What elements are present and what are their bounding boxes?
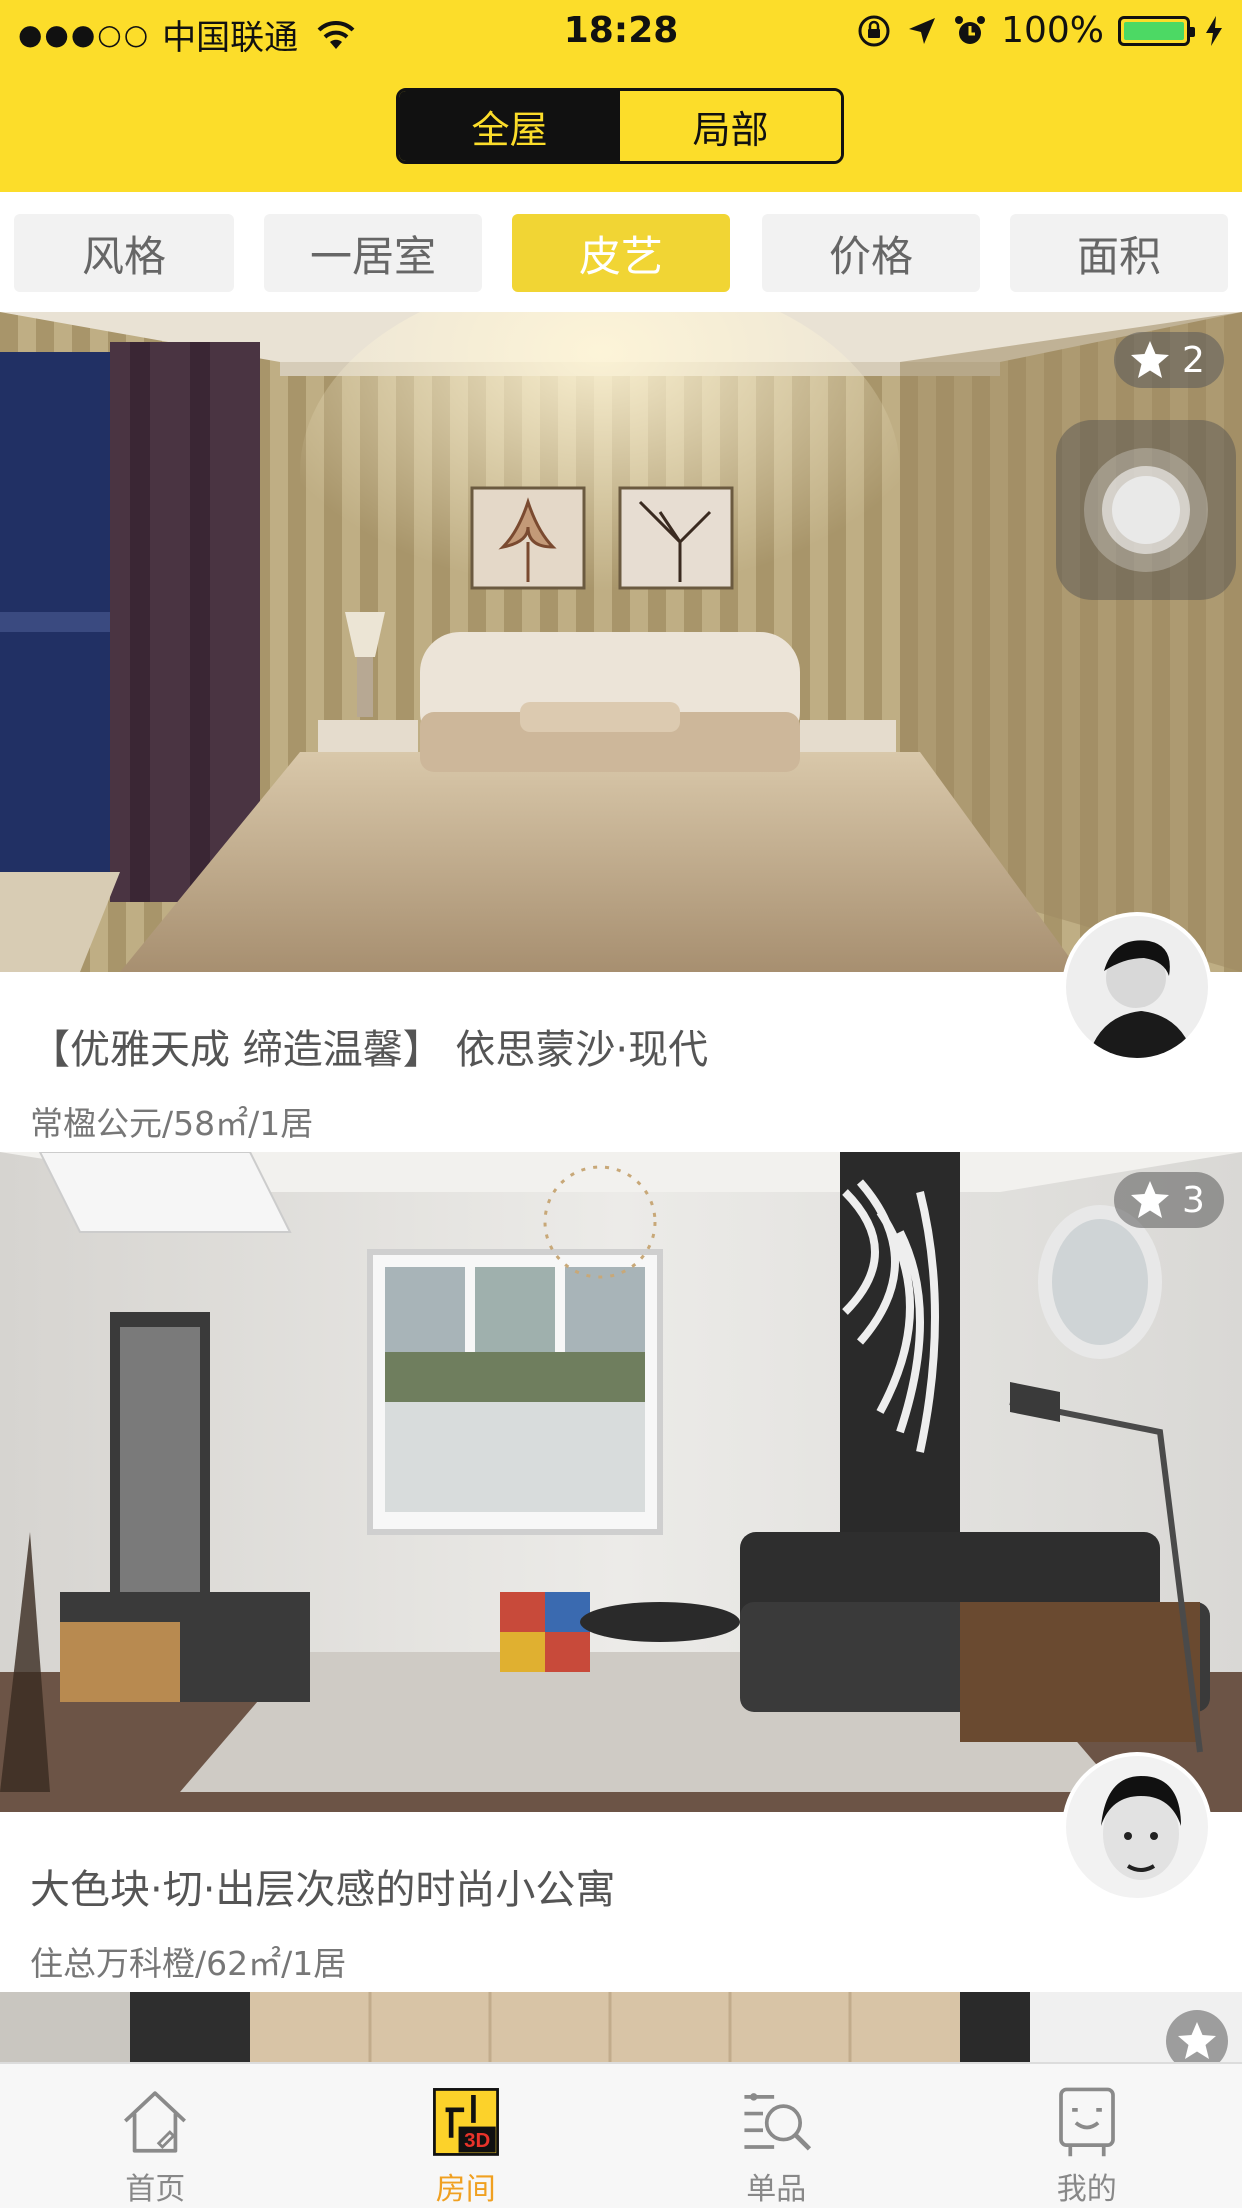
star-icon (1178, 2022, 1216, 2059)
tab-label: 房间 (435, 2172, 496, 2207)
assistive-touch-button[interactable] (1056, 420, 1236, 600)
card-subtitle: 住总万科橙/62㎡/1居 (30, 1944, 347, 1983)
designer-avatar[interactable] (1062, 1752, 1212, 1902)
room-card-partial[interactable] (0, 1992, 1242, 2062)
card-subtitle: 常楹公元/58㎡/1居 (30, 1104, 314, 1143)
alarm-icon (955, 15, 986, 44)
segment-partial[interactable]: 局部 (620, 91, 841, 161)
tab-label: 首页 (125, 2172, 186, 2207)
filter-area-button[interactable]: 面积 (1010, 214, 1228, 292)
battery-icon (1118, 15, 1195, 46)
bedroom-photo[interactable] (0, 312, 1242, 972)
profile-icon (1058, 2087, 1115, 2157)
svg-text:3D: 3D (464, 2130, 490, 2152)
card-title[interactable]: 【优雅天成 缔造温馨】 依思蒙沙·现代 (30, 1017, 708, 1075)
charging-icon (1206, 15, 1222, 46)
tab-home[interactable]: 首页 (0, 2064, 311, 2208)
filter-bar: 风格 一居室 皮艺 价格 面积 (0, 192, 1242, 310)
location-icon (909, 17, 936, 44)
designer-avatar[interactable] (1062, 912, 1212, 1062)
tab-mine[interactable]: 我的 (932, 2064, 1242, 2208)
tab-products[interactable]: 单品 (621, 2064, 932, 2208)
filter-material-button[interactable]: 皮艺 (512, 214, 730, 292)
card-title[interactable]: 大色块·切·出层次感的时尚小公寓 (30, 1857, 615, 1915)
filter-price-button[interactable]: 价格 (762, 214, 980, 292)
room-card[interactable]: 3 大色块·切·出层次感的时尚小公寓 住总万科橙/62㎡/1居 (0, 1152, 1242, 1992)
living-room-photo[interactable] (0, 1152, 1242, 1812)
bottom-tab-bar: 首页 3D 房间 单品 我的 (0, 2062, 1242, 2208)
star-icon (1131, 341, 1169, 378)
status-bar: ●●●○○ 中国联通 18:28 100% (0, 0, 1242, 62)
product-search-icon (744, 2093, 812, 2151)
favorite-count: 3 (1182, 1179, 1205, 1221)
tab-label: 我的 (1056, 2172, 1117, 2207)
favorite-count: 2 (1182, 339, 1205, 381)
room-card[interactable]: 2 【优雅天成 缔造温馨】 依思蒙沙·现代 常楹公元/58㎡/1居 (0, 312, 1242, 1152)
scope-segmented-control: 全屋 局部 (396, 88, 844, 164)
filter-layout-button[interactable]: 一居室 (264, 214, 482, 292)
orientation-lock-icon (858, 15, 890, 46)
room-3d-icon: 3D (432, 2088, 499, 2156)
filter-style-button[interactable]: 风格 (14, 214, 234, 292)
tab-label: 单品 (746, 2172, 807, 2207)
battery-percent: 100% (1001, 10, 1104, 51)
home-icon (124, 2091, 187, 2153)
segment-whole-house[interactable]: 全屋 (399, 91, 620, 161)
star-icon (1131, 1181, 1169, 1218)
favorite-count-badge[interactable]: 3 (1114, 1172, 1224, 1228)
app-header: ●●●○○ 中国联通 18:28 100% 全屋 局部 (0, 0, 1242, 192)
favorite-count-badge[interactable]: 2 (1114, 332, 1224, 388)
tab-room[interactable]: 3D 房间 (311, 2064, 622, 2208)
